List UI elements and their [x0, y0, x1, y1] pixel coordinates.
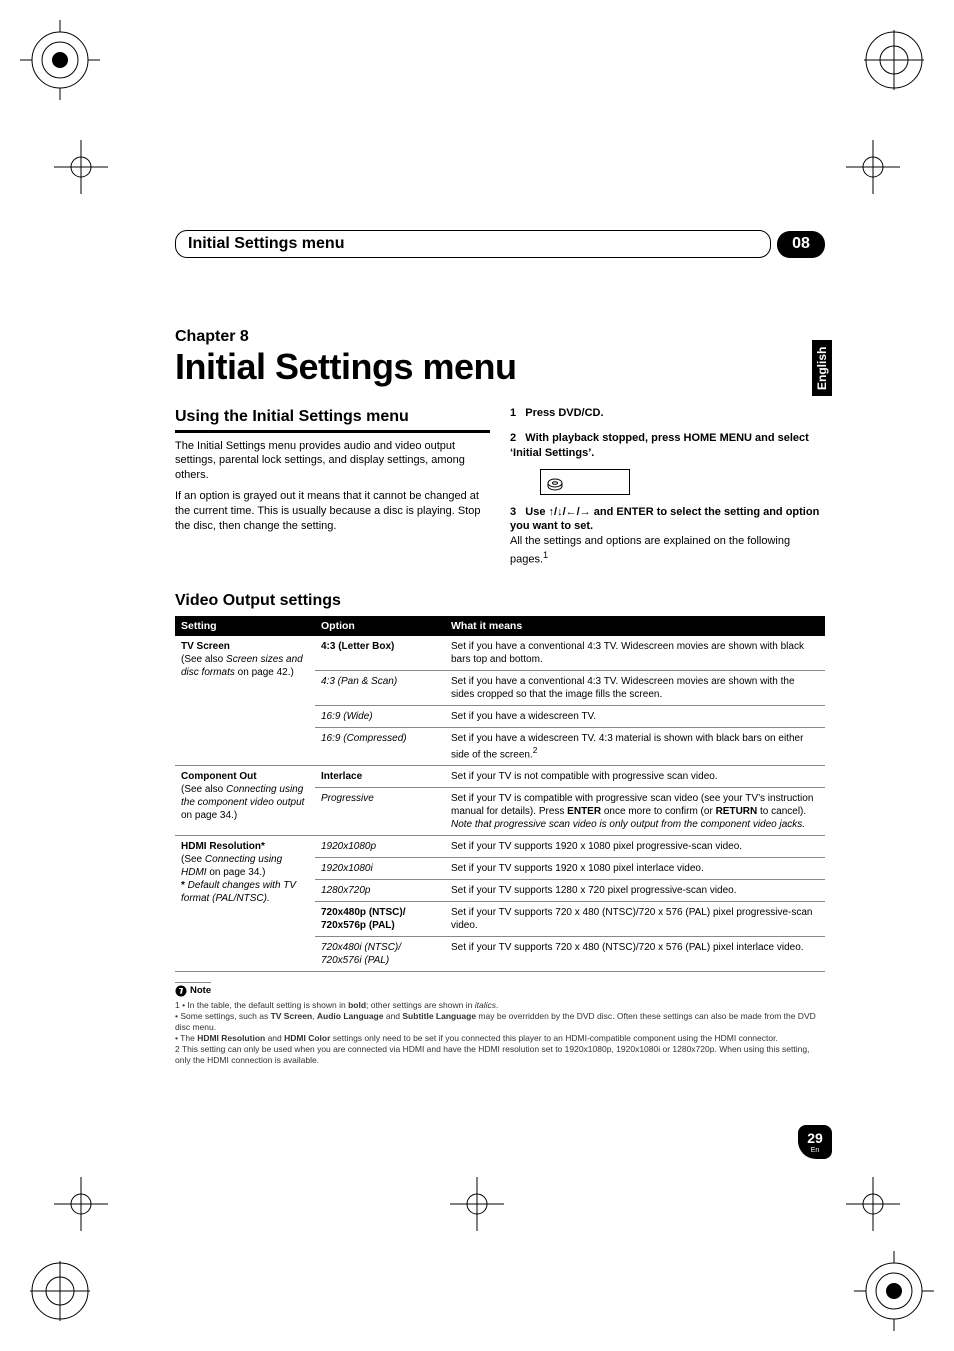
reg-mark: [54, 140, 108, 194]
header-bar: Initial Settings menu 08: [175, 230, 825, 258]
page-lang: En: [811, 1147, 820, 1154]
reg-mark: [450, 1177, 504, 1231]
page-number: 29: [807, 1131, 823, 1145]
section-heading: Using the Initial Settings menu: [175, 406, 490, 433]
table-row: TV Screen (See also Screen sizes and dis…: [175, 636, 825, 671]
reg-mark: [846, 1177, 900, 1231]
col-setting: Setting: [175, 616, 315, 636]
right-column: 1 Press DVD/CD. 2 With playback stopped,…: [510, 406, 825, 568]
arrow-right-icon: →: [580, 506, 591, 518]
settings-heading: Video Output settings: [175, 592, 825, 610]
arrow-left-icon: ←: [566, 506, 577, 518]
arrow-down-icon: ↓: [557, 506, 563, 518]
body-text: All the settings and options are explain…: [510, 534, 825, 567]
step-1: 1 Press DVD/CD.: [510, 406, 825, 421]
reg-mark: [54, 1177, 108, 1231]
chapter-title: Initial Settings menu: [175, 346, 825, 388]
settings-disc-icon: [547, 475, 563, 491]
settings-table: Setting Option What it means TV Screen (…: [175, 616, 825, 972]
print-corner-tr: [854, 20, 934, 100]
footnotes: Note 1 • In the table, the default setti…: [175, 982, 825, 1067]
print-corner-bl: [20, 1251, 100, 1331]
header-title: Initial Settings menu: [175, 230, 771, 258]
print-corner-tl: [20, 20, 100, 100]
body-text: The Initial Settings menu provides audio…: [175, 439, 490, 484]
table-row: HDMI Resolution* (See Connecting using H…: [175, 835, 825, 857]
step-2: 2 With playback stopped, press HOME MENU…: [510, 431, 825, 461]
print-corner-br: [854, 1251, 934, 1331]
page-number-badge: 29 En: [798, 1125, 832, 1159]
reg-mark: [846, 140, 900, 194]
col-meaning: What it means: [445, 616, 825, 636]
note-label: Note: [175, 982, 211, 997]
body-text: If an option is grayed out it means that…: [175, 489, 490, 534]
progressive-meaning: Set if your TV is compatible with progre…: [445, 787, 825, 835]
table-row: Component Out (See also Connecting using…: [175, 765, 825, 787]
step-3: 3 Use ↑/↓/←/→ and ENTER to select the se…: [510, 505, 825, 535]
chapter-label: Chapter 8: [175, 328, 825, 346]
col-option: Option: [315, 616, 445, 636]
note-icon: [175, 985, 187, 997]
header-chapter-number: 08: [777, 231, 825, 258]
arrow-up-icon: ↑: [549, 506, 555, 518]
initial-settings-diagram: [540, 469, 630, 495]
left-column: Using the Initial Settings menu The Init…: [175, 406, 490, 568]
